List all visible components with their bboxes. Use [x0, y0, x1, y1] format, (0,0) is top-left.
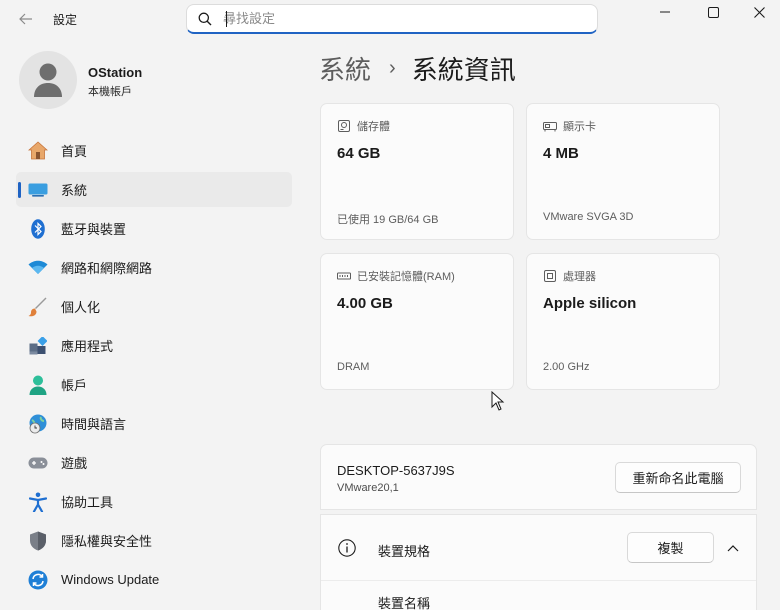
minimize-button[interactable]	[642, 0, 688, 24]
search-box[interactable]	[186, 4, 598, 34]
apps-icon	[27, 335, 49, 357]
minimize-icon	[660, 11, 670, 13]
copy-button[interactable]: 複製	[627, 532, 714, 563]
sidebar-item-gaming[interactable]: 遊戲	[16, 445, 292, 480]
back-button[interactable]	[14, 8, 38, 30]
breadcrumb-separator: ›	[389, 57, 396, 79]
sidebar-item-label: 應用程式	[61, 339, 114, 354]
card-header: 顯示卡	[543, 118, 596, 134]
brush-icon	[27, 296, 49, 318]
card-subtitle: DRAM	[337, 361, 370, 373]
page-title: 系統資訊	[411, 55, 516, 85]
storage-icon	[337, 119, 351, 133]
sidebar-item-label: 帳戶	[61, 378, 88, 393]
spec-row-label: 裝置名稱	[378, 596, 431, 610]
sidebar-item-accounts[interactable]: 帳戶	[16, 367, 292, 402]
sidebar-item-label: 遊戲	[61, 456, 88, 471]
device-panel: DESKTOP-5637J9S VMware20,1 重新命名此電腦	[320, 444, 757, 510]
card-value: 4 MB	[543, 145, 579, 162]
accessibility-icon	[27, 491, 49, 513]
ram-card: 已安裝記憶體(RAM) 4.00 GB DRAM	[320, 253, 514, 390]
graphics-card: 顯示卡 4 MB VMware SVGA 3D	[526, 103, 720, 240]
breadcrumb-parent[interactable]: 系統	[319, 50, 371, 87]
text-caret	[226, 11, 227, 27]
sidebar-item-label: 隱私權與安全性	[61, 534, 153, 549]
bluetooth-icon	[27, 218, 49, 240]
system-icon	[27, 179, 49, 201]
gamepad-icon	[27, 452, 49, 474]
sidebar-item-apps[interactable]: 應用程式	[16, 328, 292, 363]
home-icon	[27, 140, 49, 162]
sidebar-item-bluetooth[interactable]: 藍牙與裝置	[16, 211, 292, 246]
card-title: 顯示卡	[563, 121, 596, 133]
user-name: OStation	[88, 65, 143, 80]
processor-card: 處理器 Apple silicon 2.00 GHz	[526, 253, 720, 390]
avatar[interactable]	[19, 51, 77, 109]
card-value: Apple silicon	[543, 295, 637, 312]
card-title: 處理器	[563, 271, 596, 283]
card-title: 儲存體	[357, 121, 390, 133]
storage-card: 儲存體 64 GB 已使用 19 GB/64 GB	[320, 103, 514, 240]
wifi-icon	[27, 257, 49, 279]
device-specs-title: 裝置規格	[378, 544, 431, 559]
breadcrumb: 系統 › 系統資訊	[319, 50, 516, 87]
sidebar-item-time-language[interactable]: 時間與語言	[16, 406, 292, 441]
device-specs-panel: 裝置規格 複製 裝置名稱	[320, 514, 757, 610]
shield-icon	[27, 530, 49, 552]
card-value: 64 GB	[337, 145, 381, 162]
sidebar-item-windows-update[interactable]: Windows Update	[16, 562, 292, 597]
card-value: 4.00 GB	[337, 295, 393, 312]
sidebar-item-accessibility[interactable]: 協助工具	[16, 484, 292, 519]
sidebar-item-privacy-security[interactable]: 隱私權與安全性	[16, 523, 292, 558]
info-icon	[338, 539, 356, 557]
close-button[interactable]	[736, 0, 780, 24]
sidebar-item-label: 時間與語言	[61, 417, 127, 432]
maximize-icon	[707, 6, 719, 18]
card-subtitle: 2.00 GHz	[543, 361, 590, 373]
collapse-button[interactable]	[721, 537, 745, 559]
card-header: 已安裝記憶體(RAM)	[337, 268, 455, 284]
sidebar-nav: 首頁 系統 藍牙與裝置 網路和網際網路 個人化 應用程式 帳戶 時間與語言 遊戲…	[16, 133, 292, 601]
back-arrow-icon	[19, 13, 32, 25]
account-type: 本機帳戶	[88, 86, 132, 98]
sidebar-item-label: 個人化	[61, 300, 101, 315]
card-header: 儲存體	[337, 118, 390, 134]
card-title: 已安裝記憶體(RAM)	[357, 271, 455, 283]
processor-icon	[543, 269, 557, 283]
sidebar-item-home[interactable]: 首頁	[16, 133, 292, 168]
user-avatar-icon	[34, 63, 62, 97]
sidebar-item-network[interactable]: 網路和網際網路	[16, 250, 292, 285]
rename-pc-button[interactable]: 重新命名此電腦	[615, 462, 741, 493]
graphics-card-icon	[543, 119, 557, 133]
card-subtitle: 已使用 19 GB/64 GB	[337, 214, 439, 226]
device-model: VMware20,1	[337, 482, 399, 494]
sidebar-item-label: 協助工具	[61, 495, 114, 510]
title-bar: 設定	[0, 0, 780, 40]
sidebar-item-label: 系統	[61, 183, 88, 198]
sidebar-item-system[interactable]: 系統	[16, 172, 292, 207]
card-subtitle: VMware SVGA 3D	[543, 211, 634, 223]
search-icon	[187, 5, 223, 33]
update-icon	[27, 569, 49, 591]
sidebar-item-personalization[interactable]: 個人化	[16, 289, 292, 324]
close-icon	[753, 6, 765, 18]
sidebar-item-label: 首頁	[61, 144, 88, 159]
app-title: 設定	[53, 13, 78, 27]
sidebar-item-label: 網路和網際網路	[61, 261, 153, 276]
search-input[interactable]	[223, 11, 583, 26]
mouse-cursor-icon	[491, 391, 505, 411]
chevron-up-icon	[727, 544, 739, 551]
device-specs-header[interactable]: 裝置規格 複製	[321, 515, 756, 581]
maximize-button[interactable]	[690, 0, 736, 24]
card-header: 處理器	[543, 268, 596, 284]
sidebar-item-label: 藍牙與裝置	[61, 222, 127, 237]
time-language-icon	[27, 413, 49, 435]
ram-icon	[337, 269, 351, 283]
device-name: DESKTOP-5637J9S	[337, 463, 455, 478]
account-icon	[27, 374, 49, 396]
sidebar-item-label: Windows Update	[61, 572, 160, 587]
